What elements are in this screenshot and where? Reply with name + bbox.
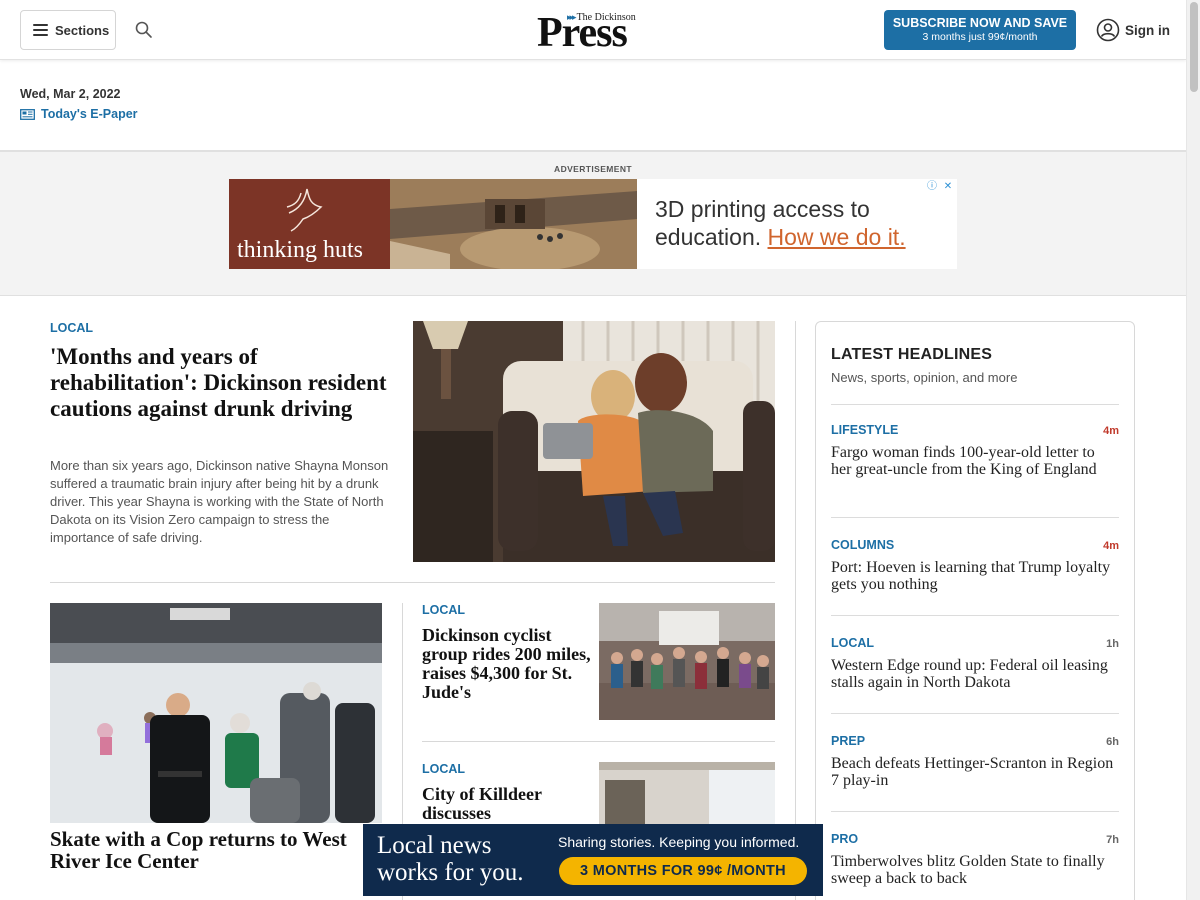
headline-timestamp: 6h (1106, 736, 1119, 748)
ad-banner[interactable]: thinking huts 3D printing access to educ… (229, 179, 957, 269)
lead-story-image[interactable] (413, 321, 775, 562)
latest-headline-item[interactable]: LIFESTYLE 4m Fargo woman finds 100-year-… (831, 423, 1119, 478)
epaper-label: Today's E-Paper (41, 107, 138, 121)
headline-divider (831, 517, 1119, 518)
sign-in-label: Sign in (1125, 22, 1170, 38)
ad-text-panel: 3D printing access to education. How we … (637, 187, 949, 263)
hamburger-icon (33, 24, 48, 36)
ad-headline: 3D printing access to education. How we … (655, 196, 906, 250)
current-date: Wed, Mar 2, 2022 (20, 87, 121, 101)
ad-close-icon[interactable]: ✕ (941, 180, 955, 194)
latest-headline-item[interactable]: LOCAL 1h Western Edge round up: Federal … (831, 636, 1119, 691)
search-icon[interactable] (134, 20, 154, 40)
latest-headline-item[interactable]: PREP 6h Beach defeats Hettinger-Scranton… (831, 734, 1119, 789)
subscribe-headline: SUBSCRIBE NOW AND SAVE (892, 16, 1068, 30)
headline-link[interactable]: Beach defeats Hettinger-Scranton in Regi… (831, 755, 1119, 789)
ad-photo (390, 179, 637, 269)
story-divider (422, 741, 775, 742)
promo-slogan: Local news works for you. (377, 832, 524, 886)
ad-controls: ⓘ ✕ (925, 180, 955, 194)
story-kicker[interactable]: LOCAL (422, 603, 465, 617)
epaper-link[interactable]: Today's E-Paper (20, 107, 138, 121)
story-image[interactable] (599, 603, 775, 720)
skate-story-headline[interactable]: Skate with a Cop returns to West River I… (50, 828, 370, 872)
ad-info-icon[interactable]: ⓘ (925, 180, 939, 194)
headline-kicker[interactable]: PRO (831, 832, 858, 846)
ad-cta-link[interactable]: How we do it. (768, 224, 906, 250)
site-logo[interactable]: ▸▸▸ The Dickinson Press (537, 9, 652, 56)
headline-divider (831, 404, 1119, 405)
sections-label: Sections (55, 22, 110, 38)
subscription-promo-banner[interactable]: Local news works for you. Sharing storie… (363, 824, 823, 896)
headline-kicker[interactable]: LOCAL (831, 636, 874, 650)
latest-headlines-title: LATEST HEADLINES (831, 346, 993, 363)
user-icon (1096, 18, 1120, 42)
sign-in-button[interactable]: Sign in (1096, 18, 1170, 42)
headline-timestamp: 7h (1106, 834, 1119, 846)
headline-timestamp: 4m (1103, 540, 1119, 552)
story-headline[interactable]: City of Killdeer discusses (422, 785, 592, 823)
skate-story-image[interactable] (50, 603, 382, 823)
ad-brand-name: thinking huts (237, 237, 364, 263)
lead-story-kicker[interactable]: LOCAL (50, 321, 93, 335)
logo-wordmark: Press (537, 10, 628, 56)
headline-divider (831, 713, 1119, 714)
site-header: Sections ▸▸▸ The Dickinson Press SUBSCRIB… (0, 0, 1186, 60)
latest-headline-item[interactable]: COLUMNS 4m Port: Hoeven is learning that… (831, 538, 1119, 593)
headline-timestamp: 4m (1103, 425, 1119, 437)
story-kicker[interactable]: LOCAL (422, 762, 465, 776)
headline-kicker[interactable]: PREP (831, 734, 865, 748)
lead-story-headline[interactable]: 'Months and years of rehabilitation': Di… (50, 344, 390, 422)
headline-timestamp: 1h (1106, 638, 1119, 650)
headline-link[interactable]: Fargo woman finds 100-year-old letter to… (831, 444, 1119, 478)
promo-tagline: Sharing stories. Keeping you informed. (558, 834, 800, 850)
advertisement-section: ADVERTISEMENT thinking huts 3D printing … (0, 150, 1186, 296)
latest-headline-item[interactable]: PRO 7h Timberwolves blitz Golden State t… (831, 832, 1119, 887)
scrollbar-thumb[interactable] (1190, 2, 1198, 92)
headline-link[interactable]: Port: Hoeven is learning that Trump loya… (831, 559, 1119, 593)
headline-link[interactable]: Western Edge round up: Federal oil leasi… (831, 657, 1119, 691)
promo-subscribe-button[interactable]: 3 MONTHS FOR 99¢ /MONTH (559, 857, 807, 885)
latest-headlines-panel: LATEST HEADLINES News, sports, opinion, … (815, 321, 1135, 900)
headline-kicker[interactable]: LIFESTYLE (831, 423, 898, 437)
story-headline[interactable]: Dickinson cyclist group rides 200 miles,… (422, 626, 592, 702)
headline-kicker[interactable]: COLUMNS (831, 538, 894, 552)
latest-headlines-subtitle: News, sports, opinion, and more (831, 370, 1018, 385)
headline-link[interactable]: Timberwolves blitz Golden State to final… (831, 853, 1119, 887)
subscribe-button[interactable]: SUBSCRIBE NOW AND SAVE 3 months just 99¢… (884, 10, 1076, 50)
ad-brand-panel: thinking huts (229, 179, 390, 269)
lead-story-summary: More than six years ago, Dickinson nativ… (50, 458, 389, 545)
headline-divider (831, 811, 1119, 812)
sections-menu-button[interactable]: Sections (20, 10, 116, 50)
subscribe-offer: 3 months just 99¢/month (922, 31, 1038, 43)
advertisement-label: ADVERTISEMENT (554, 164, 632, 174)
section-divider (50, 582, 775, 583)
bird-logo-icon (286, 188, 323, 232)
column-divider (795, 321, 796, 900)
headline-divider (831, 615, 1119, 616)
page-scrollbar[interactable] (1186, 0, 1200, 900)
newspaper-icon (20, 108, 35, 120)
